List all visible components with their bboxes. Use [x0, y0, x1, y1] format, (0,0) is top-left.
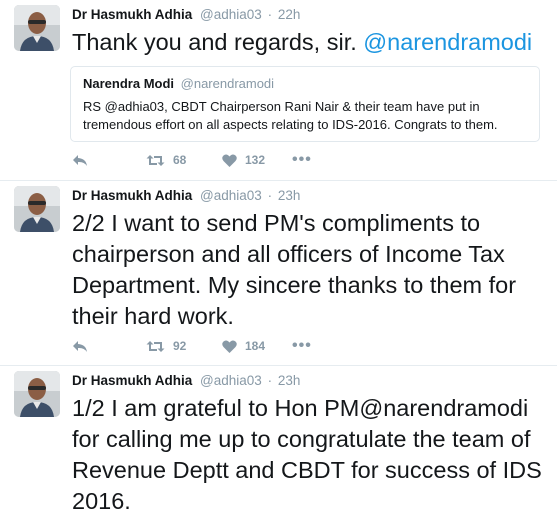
like-button[interactable]: 184 [222, 339, 292, 353]
quoted-author-name: Narendra Modi [83, 76, 175, 91]
like-count: 184 [245, 339, 266, 353]
more-icon: ••• [292, 151, 312, 168]
tweet[interactable]: Dr Hasmukh Adhia @adhia03 · 23h 2/2 I wa… [0, 181, 557, 366]
author-handle[interactable]: @adhia03 [200, 188, 262, 203]
separator: · [267, 188, 273, 203]
more-icon: ••• [292, 337, 312, 354]
tweet-actions: 68 132 ••• [72, 151, 312, 169]
author-name[interactable]: Dr Hasmukh Adhia [72, 7, 192, 22]
quoted-header: Narendra Modi @narendramodi [83, 76, 527, 91]
timestamp[interactable]: 22h [278, 7, 301, 22]
timestamp[interactable]: 23h [278, 188, 301, 203]
quoted-tweet[interactable]: Narendra Modi @narendramodi RS @adhia03,… [70, 66, 540, 142]
more-button[interactable]: ••• [292, 337, 312, 354]
avatar[interactable] [14, 371, 60, 417]
retweet-count: 92 [173, 339, 187, 353]
retweet-button[interactable]: 92 [146, 339, 222, 353]
retweet-count: 68 [173, 153, 187, 167]
timestamp[interactable]: 23h [278, 373, 301, 388]
tweet-header: Dr Hasmukh Adhia @adhia03 · 22h [72, 7, 300, 22]
retweet-button[interactable]: 68 [146, 153, 222, 167]
heart-icon [222, 339, 237, 353]
mention-link[interactable]: @narendramodi [363, 29, 532, 55]
tweet-text: Thank you and regards, sir. @narendramod… [72, 27, 542, 58]
reply-icon [72, 154, 88, 167]
author-handle[interactable]: @adhia03 [200, 7, 262, 22]
more-button[interactable]: ••• [292, 151, 312, 168]
author-name[interactable]: Dr Hasmukh Adhia [72, 373, 192, 388]
quoted-author-handle: @narendramodi [180, 76, 275, 91]
quoted-text: RS @adhia03, CBDT Chairperson Rani Nair … [83, 99, 498, 132]
tweet-text: 1/2 I am grateful to Hon PM@narendramodi… [72, 395, 542, 514]
tweet-header: Dr Hasmukh Adhia @adhia03 · 23h [72, 373, 300, 388]
separator: · [267, 7, 273, 22]
retweet-icon [146, 340, 165, 353]
reply-button[interactable] [72, 340, 146, 353]
reply-button[interactable] [72, 154, 146, 167]
heart-icon [222, 153, 237, 167]
tweet-text: 2/2 I want to send PM's compliments to c… [72, 210, 517, 329]
like-count: 132 [245, 153, 266, 167]
author-handle[interactable]: @adhia03 [200, 373, 262, 388]
tweet[interactable]: Dr Hasmukh Adhia @adhia03 · 23h 1/2 I am… [0, 366, 557, 514]
separator: · [267, 373, 273, 388]
author-name[interactable]: Dr Hasmukh Adhia [72, 188, 192, 203]
avatar[interactable] [14, 186, 60, 232]
avatar[interactable] [14, 5, 60, 51]
tweet-text-body: Thank you and regards, sir. [72, 29, 364, 55]
like-button[interactable]: 132 [222, 153, 292, 167]
reply-icon [72, 340, 88, 353]
tweet[interactable]: Dr Hasmukh Adhia @adhia03 · 22h Thank yo… [0, 0, 557, 181]
retweet-icon [146, 154, 165, 167]
tweet-header: Dr Hasmukh Adhia @adhia03 · 23h [72, 188, 300, 203]
tweet-actions: 92 184 ••• [72, 337, 312, 355]
